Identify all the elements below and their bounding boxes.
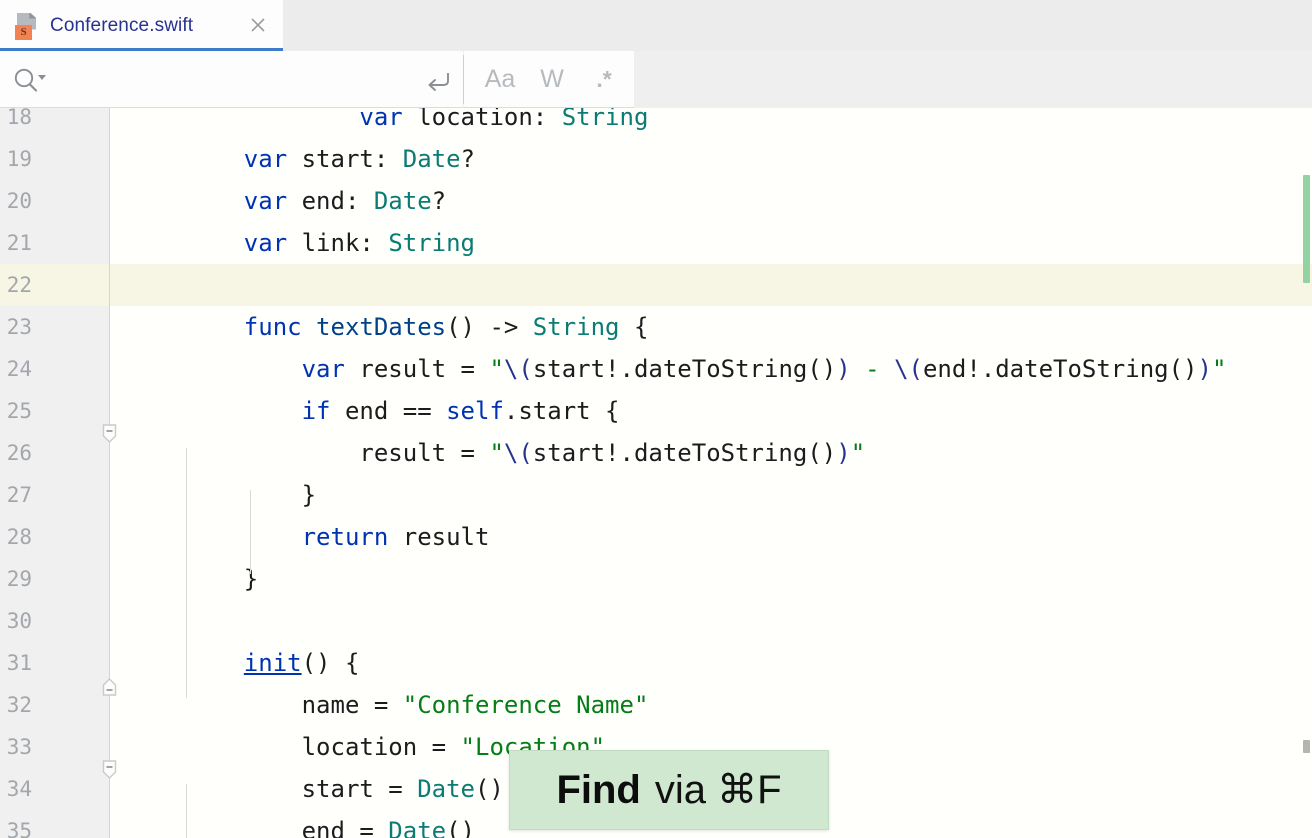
code-line-text: init() { bbox=[243, 649, 360, 677]
code-line-text: var link: String bbox=[243, 229, 476, 257]
gutter-row[interactable]: 35 bbox=[0, 810, 110, 838]
code-line-text: func textDates() -> String { bbox=[243, 313, 649, 341]
gutter-row[interactable]: 24 bbox=[0, 348, 110, 390]
code-line[interactable]: func textDates() -> String { bbox=[110, 306, 1312, 348]
code-line[interactable] bbox=[110, 600, 1312, 642]
find-badge-bold-text: Find bbox=[556, 767, 641, 812]
line-number: 28 bbox=[6, 525, 32, 549]
code-line[interactable]: var link: String bbox=[110, 222, 1312, 264]
code-line-text: var end: Date? bbox=[243, 187, 447, 215]
code-line[interactable]: } bbox=[110, 558, 1312, 600]
line-number: 22 bbox=[6, 273, 32, 297]
swift-badge-letter: S bbox=[15, 24, 32, 40]
return-multiline-icon[interactable] bbox=[422, 69, 454, 93]
find-field-container[interactable] bbox=[0, 51, 463, 110]
code-line[interactable]: var end: Date? bbox=[110, 180, 1312, 222]
code-line[interactable]: name = "Conference Name" bbox=[110, 684, 1312, 726]
indent-guide bbox=[186, 784, 187, 838]
code-line-text: end = Date() bbox=[186, 817, 475, 838]
code-line[interactable]: return result bbox=[110, 516, 1312, 558]
code-line[interactable]: init() { bbox=[110, 642, 1312, 684]
close-icon[interactable] bbox=[248, 15, 268, 35]
scroll-thumb-marker[interactable] bbox=[1303, 740, 1310, 753]
gutter-row[interactable]: 28 bbox=[0, 516, 110, 558]
find-options-group: Aa W .* bbox=[464, 51, 634, 108]
code-line-text: name = "Conference Name" bbox=[186, 691, 649, 719]
line-number: 32 bbox=[6, 693, 32, 717]
code-line[interactable]: } bbox=[110, 474, 1312, 516]
editor-scrollbar[interactable] bbox=[1296, 108, 1312, 838]
line-number: 21 bbox=[6, 231, 32, 255]
line-number: 23 bbox=[6, 315, 32, 339]
gutter-row[interactable]: 26 bbox=[0, 432, 110, 474]
indent-guide bbox=[186, 448, 187, 698]
code-line-text: result = "\(start!.dateToString())" bbox=[186, 439, 866, 467]
line-number: 33 bbox=[6, 735, 32, 759]
code-line[interactable] bbox=[110, 264, 1312, 306]
gutter-row[interactable]: 34 bbox=[0, 768, 110, 810]
editor-tab-conference-swift[interactable]: S Conference.swift bbox=[0, 0, 283, 51]
gutter-row[interactable]: 29 bbox=[0, 558, 110, 600]
match-case-button[interactable]: Aa bbox=[476, 51, 524, 107]
indent-guide bbox=[250, 490, 251, 574]
code-line-text: var location: String bbox=[359, 108, 649, 131]
gutter-row[interactable]: 31 bbox=[0, 642, 110, 684]
swift-file-icon: S bbox=[14, 11, 40, 41]
words-button[interactable]: W bbox=[528, 51, 576, 107]
fold-collapse-icon[interactable] bbox=[100, 424, 119, 446]
gutter-row[interactable]: 20 bbox=[0, 180, 110, 222]
code-line[interactable]: result = "\(start!.dateToString())" bbox=[110, 432, 1312, 474]
editor-tab-bar: S Conference.swift bbox=[0, 0, 1312, 51]
gutter-row[interactable]: 21 bbox=[0, 222, 110, 264]
code-line-text: } bbox=[186, 565, 259, 593]
line-number: 24 bbox=[6, 357, 32, 381]
gutter-row[interactable]: 30 bbox=[0, 600, 110, 642]
line-number: 35 bbox=[6, 819, 32, 838]
changed-lines-marker[interactable] bbox=[1303, 175, 1310, 283]
line-number: 26 bbox=[6, 441, 32, 465]
ide-find-window: S Conference.swift Aa W .* 18 19 20 21 2… bbox=[0, 0, 1312, 838]
line-number: 30 bbox=[6, 609, 32, 633]
gutter-row[interactable]: 25 bbox=[0, 390, 110, 432]
fold-end-icon[interactable] bbox=[100, 676, 119, 698]
code-editor[interactable]: 18 19 20 21 22 23 24 25 26 27 28 29 30 31 32 33 34 35 var… bbox=[0, 108, 1312, 838]
gutter-row[interactable]: 27 bbox=[0, 474, 110, 516]
code-line-text: var start: Date? bbox=[243, 145, 475, 173]
line-number-gutter[interactable]: 18 19 20 21 22 23 24 25 26 27 28 29 30 31 32 33 34 35 bbox=[0, 108, 110, 838]
gutter-row[interactable]: 22 bbox=[0, 264, 110, 306]
gutter-row[interactable]: 23 bbox=[0, 306, 110, 348]
line-number: 20 bbox=[6, 189, 32, 213]
line-number: 34 bbox=[6, 777, 32, 801]
code-line-text: var result = "\(start!.dateToString()) -… bbox=[301, 355, 1227, 383]
regex-button[interactable]: .* bbox=[580, 51, 628, 107]
line-number: 27 bbox=[6, 483, 32, 507]
editor-tab-title: Conference.swift bbox=[50, 14, 194, 36]
code-line-text: } bbox=[186, 481, 317, 509]
code-line-text: start = Date() bbox=[186, 775, 504, 803]
search-icon[interactable] bbox=[12, 67, 48, 93]
find-shortcut-badge: Find via ⌘F bbox=[509, 750, 829, 830]
code-line[interactable]: var location: String bbox=[110, 108, 1312, 138]
find-badge-rest-text: via ⌘F bbox=[654, 768, 782, 812]
line-number: 18 bbox=[6, 108, 32, 129]
code-content[interactable]: var location: String var start: Date? va… bbox=[110, 108, 1312, 838]
code-line-text: return result bbox=[301, 523, 490, 551]
search-input[interactable] bbox=[56, 51, 420, 110]
line-number: 25 bbox=[6, 399, 32, 423]
line-number: 31 bbox=[6, 651, 32, 675]
gutter-row[interactable]: 19 bbox=[0, 138, 110, 180]
find-toolbar: Aa W .* bbox=[0, 51, 1312, 147]
line-number: 29 bbox=[6, 567, 32, 591]
gutter-row[interactable]: 32 bbox=[0, 684, 110, 726]
code-line-text: if end == self.start { bbox=[301, 397, 620, 425]
fold-collapse-icon[interactable] bbox=[100, 760, 119, 782]
line-number: 19 bbox=[6, 147, 32, 171]
gutter-row[interactable]: 33 bbox=[0, 726, 110, 768]
code-line[interactable]: var start: Date? bbox=[110, 138, 1312, 180]
gutter-row[interactable]: 18 bbox=[0, 108, 110, 138]
code-line[interactable]: var result = "\(start!.dateToString()) -… bbox=[110, 348, 1312, 390]
code-line[interactable]: if end == self.start { bbox=[110, 390, 1312, 432]
